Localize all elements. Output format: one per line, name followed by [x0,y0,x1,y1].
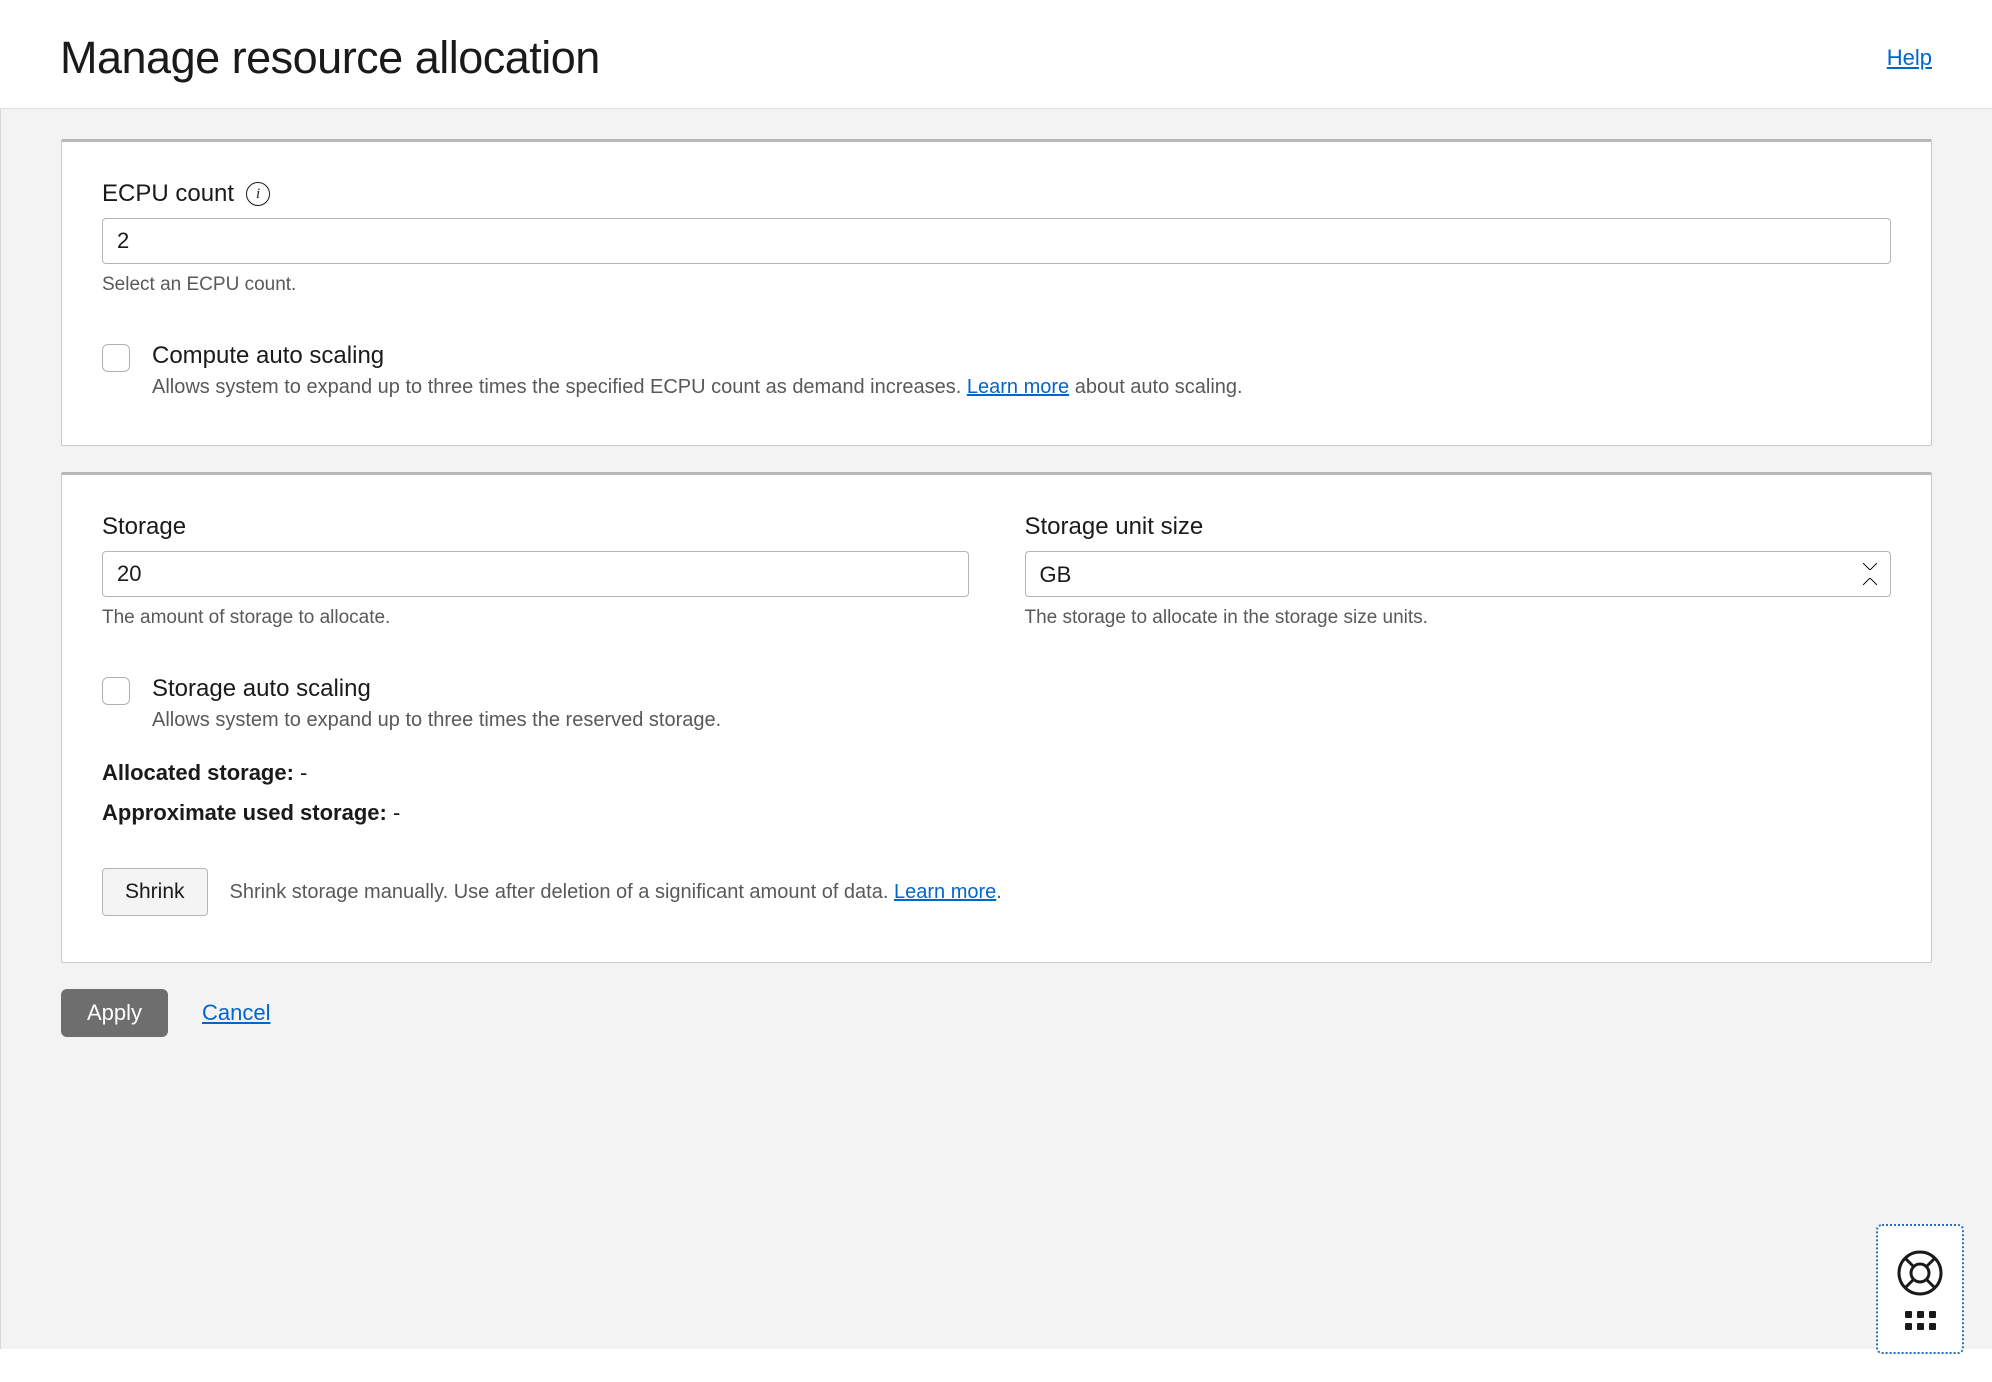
storage-helper: The amount of storage to allocate. [102,607,969,629]
ecpu-count-input[interactable] [102,218,1891,264]
ecpu-count-label: ECPU count i [102,180,270,208]
compute-autoscale-learn-more-link[interactable]: Learn more [967,376,1069,398]
cancel-link[interactable]: Cancel [202,1000,270,1026]
compute-autoscale-checkbox[interactable] [102,344,130,372]
dialog-title: Manage resource allocation [60,32,600,84]
drag-handle-icon[interactable] [1905,1311,1936,1330]
support-widget[interactable] [1876,1224,1964,1354]
used-storage-line: Approximate used storage: - [102,800,1891,826]
storage-autoscale-desc: Allows system to expand up to three time… [152,709,721,732]
ecpu-count-helper: Select an ECPU count. [102,274,1891,296]
dialog-header: Manage resource allocation Help [0,0,1992,109]
storage-unit-select[interactable]: GB [1025,551,1892,597]
storage-unit-helper: The storage to allocate in the storage s… [1025,607,1892,629]
shrink-button[interactable]: Shrink [102,868,208,916]
ecpu-count-label-text: ECPU count [102,180,234,208]
storage-input[interactable] [102,551,969,597]
apply-button[interactable]: Apply [61,989,168,1037]
allocated-storage-line: Allocated storage: - [102,760,1891,786]
dialog-body: ECPU count i Select an ECPU count. Compu… [0,109,1992,1349]
compute-autoscale-desc: Allows system to expand up to three time… [152,376,1243,399]
shrink-desc: Shrink storage manually. Use after delet… [230,881,1002,904]
ecpu-panel: ECPU count i Select an ECPU count. Compu… [61,139,1932,446]
footer-actions: Apply Cancel [61,989,1932,1037]
storage-autoscale-label: Storage auto scaling [152,675,721,703]
storage-unit-label: Storage unit size [1025,513,1204,541]
info-icon[interactable]: i [246,182,270,206]
shrink-learn-more-link[interactable]: Learn more [894,881,996,903]
lifebuoy-icon [1896,1249,1944,1297]
compute-autoscale-label: Compute auto scaling [152,342,1243,370]
help-link[interactable]: Help [1887,45,1932,71]
storage-autoscale-checkbox[interactable] [102,677,130,705]
storage-panel: Storage The amount of storage to allocat… [61,472,1932,963]
storage-label: Storage [102,513,186,541]
